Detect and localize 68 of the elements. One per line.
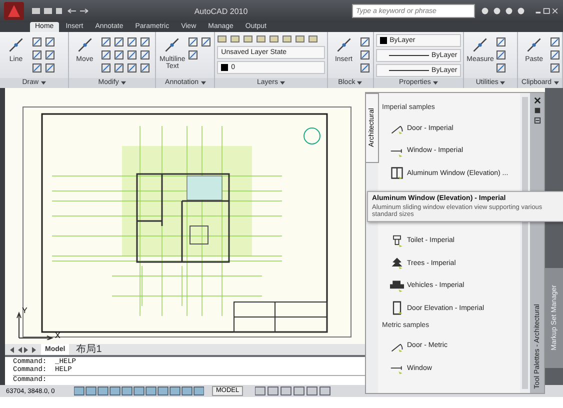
door-elevation-icon — [390, 301, 404, 316]
aluminum-window-icon — [390, 166, 404, 180]
layer-tool-icon[interactable] — [269, 34, 280, 44]
ribbon-tool-icon — [334, 36, 353, 54]
tool-icon[interactable] — [140, 63, 150, 73]
tool-icon[interactable] — [496, 37, 506, 47]
tool-icon[interactable] — [550, 50, 560, 60]
quick-access-icon[interactable] — [30, 6, 90, 16]
caret-icon[interactable] — [357, 81, 362, 85]
tool-icon[interactable] — [496, 50, 506, 60]
tab-navigation-icon[interactable] — [8, 346, 38, 354]
caret-icon[interactable] — [280, 81, 285, 85]
layer-tool-icon[interactable] — [282, 34, 292, 44]
ribbon-tool-icon — [7, 36, 25, 54]
tool-icon[interactable] — [114, 63, 124, 73]
tool-icon[interactable] — [140, 37, 150, 47]
tool-icon[interactable] — [32, 50, 42, 60]
tool-icon[interactable] — [32, 37, 42, 47]
tool-icon[interactable] — [32, 63, 42, 73]
tool-icon[interactable] — [45, 37, 55, 47]
tool-icon[interactable] — [360, 37, 370, 47]
ribbon-tool-icon — [525, 36, 544, 54]
tool-icon[interactable] — [114, 50, 124, 60]
window-controls-icon[interactable] — [535, 6, 559, 16]
layer-tool-icon[interactable] — [256, 34, 266, 44]
window-title: AutoCAD 2010 — [193, 6, 249, 16]
caret-icon[interactable] — [500, 81, 506, 85]
tool-icon[interactable] — [140, 50, 150, 60]
close-icon[interactable] — [534, 97, 540, 104]
ribbon-tool-icon — [163, 36, 182, 54]
ribbon-tool-icon — [76, 36, 94, 54]
tool-icon[interactable] — [100, 63, 111, 73]
trees-icon — [390, 256, 404, 270]
tool-icon[interactable] — [114, 37, 124, 47]
tool-icon[interactable] — [100, 37, 111, 47]
ribbon-tool-icon — [471, 36, 490, 54]
tool-icon[interactable] — [45, 50, 55, 60]
tool-icon[interactable] — [550, 63, 560, 73]
vehicles-icon — [390, 278, 404, 293]
caret-icon[interactable] — [40, 81, 46, 85]
palette-properties-icon[interactable] — [534, 107, 540, 114]
caret-icon[interactable] — [200, 81, 206, 85]
caret-icon[interactable] — [120, 81, 126, 85]
layout-tab[interactable]: 布局1 — [72, 344, 106, 355]
tool-icon[interactable] — [188, 50, 198, 60]
tool-icon[interactable] — [496, 63, 506, 73]
layer-tool-icon[interactable] — [230, 34, 240, 44]
layer-tool-icon[interactable] — [295, 34, 306, 44]
caret-icon[interactable] — [554, 81, 558, 85]
caret-icon[interactable] — [432, 81, 438, 85]
tool-icon[interactable] — [45, 63, 55, 73]
tool-icon[interactable] — [360, 63, 370, 73]
tool-icon[interactable] — [126, 63, 137, 73]
layer-tool-icon[interactable] — [243, 34, 254, 44]
tool-icon[interactable] — [550, 37, 560, 47]
tool-icon[interactable] — [126, 37, 137, 47]
layer-tool-icon[interactable] — [217, 34, 228, 44]
tool-icon[interactable] — [126, 50, 137, 60]
drafting-toggles-icon[interactable] — [74, 386, 204, 396]
tool-icon[interactable] — [201, 37, 212, 47]
axis-label: Y — [22, 306, 28, 315]
palette-menu-icon[interactable] — [534, 117, 540, 124]
tool-icon[interactable] — [360, 50, 370, 60]
layer-tool-icon[interactable] — [308, 34, 318, 44]
tool-icon[interactable] — [100, 50, 111, 60]
tool-icon[interactable] — [188, 37, 198, 47]
toilet-icon — [390, 234, 404, 248]
axis-label: X — [55, 331, 60, 340]
